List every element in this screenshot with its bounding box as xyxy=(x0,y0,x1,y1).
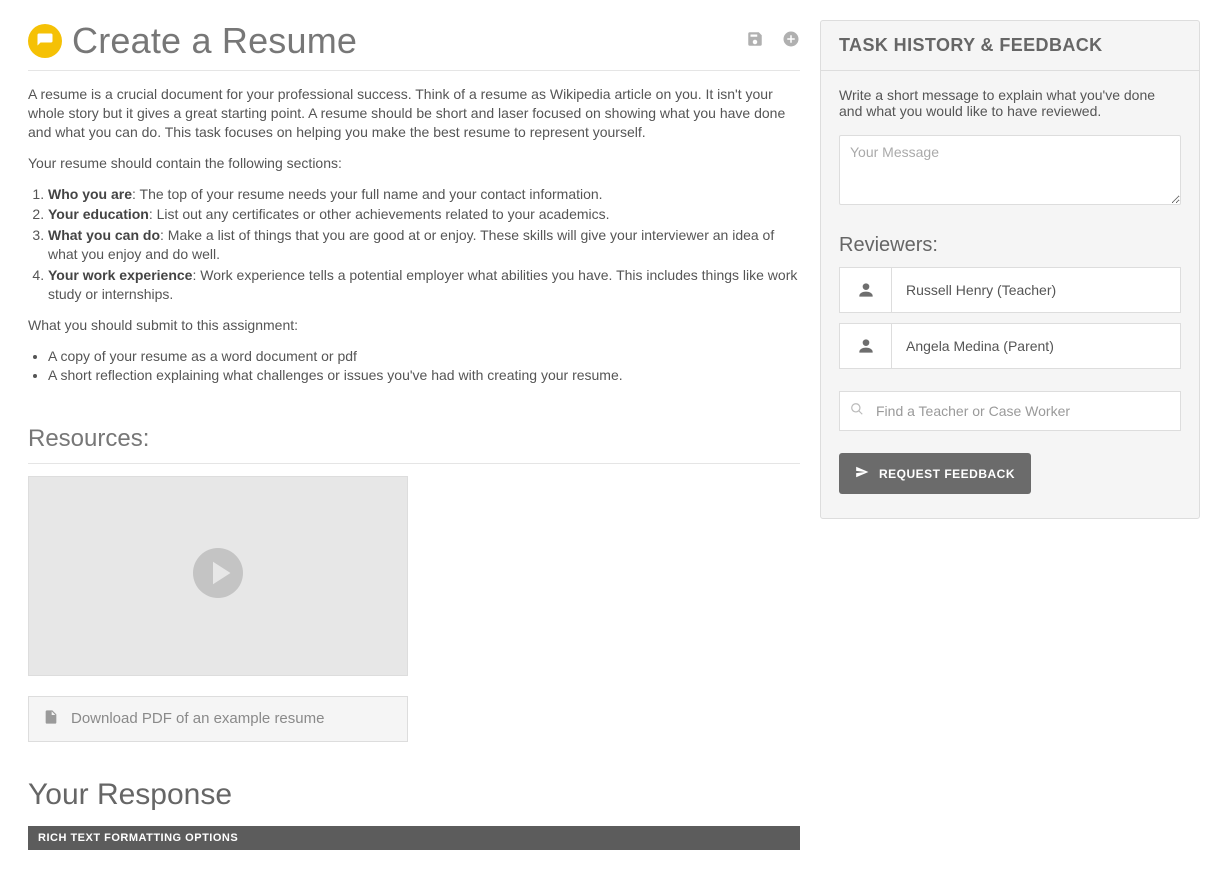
save-icon[interactable] xyxy=(746,30,764,53)
your-response-heading: Your Response xyxy=(28,778,800,812)
request-feedback-label: REQUEST FEEDBACK xyxy=(879,467,1015,481)
submit-lead: What you should submit to this assignmen… xyxy=(28,316,800,335)
request-feedback-button[interactable]: REQUEST FEEDBACK xyxy=(839,453,1031,494)
resources-heading: Resources: xyxy=(28,425,800,453)
find-reviewer-input[interactable] xyxy=(874,402,1170,420)
feedback-message-input[interactable] xyxy=(839,135,1181,205)
task-description: A resume is a crucial document for your … xyxy=(28,85,800,385)
reviewer-item[interactable]: Angela Medina (Parent) xyxy=(839,323,1181,369)
list-item: A copy of your resume as a word document… xyxy=(48,347,800,366)
feedback-panel-header: TASK HISTORY & FEEDBACK xyxy=(821,21,1199,71)
feedback-panel-title: TASK HISTORY & FEEDBACK xyxy=(839,35,1181,56)
list-item: A short reflection explaining what chall… xyxy=(48,366,800,385)
person-icon xyxy=(840,324,892,368)
intro-paragraph: A resume is a crucial document for your … xyxy=(28,85,800,142)
download-example-button[interactable]: Download PDF of an example resume xyxy=(28,696,408,742)
download-example-label: Download PDF of an example resume xyxy=(71,710,324,727)
feedback-panel: TASK HISTORY & FEEDBACK Write a short me… xyxy=(820,20,1200,519)
resource-video-thumbnail[interactable] xyxy=(28,476,408,676)
reviewer-item[interactable]: Russell Henry (Teacher) xyxy=(839,267,1181,313)
rich-text-format-bar[interactable]: RICH TEXT FORMATTING OPTIONS xyxy=(28,826,800,850)
find-reviewer-field[interactable] xyxy=(839,391,1181,431)
paper-plane-icon xyxy=(855,465,869,482)
task-chat-icon xyxy=(28,24,62,58)
reviewer-name: Angela Medina (Parent) xyxy=(892,338,1068,354)
reviewers-heading: Reviewers: xyxy=(839,234,1181,257)
person-icon xyxy=(840,268,892,312)
intro-sections-list: Who you are: The top of your resume need… xyxy=(28,185,800,304)
list-item: Your education: List out any certificate… xyxy=(48,205,800,224)
search-icon xyxy=(850,402,874,421)
page-header: Create a Resume xyxy=(28,20,800,71)
list-item: Your work experience: Work experience te… xyxy=(48,266,800,304)
play-icon xyxy=(188,543,248,608)
pdf-icon xyxy=(43,709,59,729)
submit-list: A copy of your resume as a word document… xyxy=(28,347,800,385)
reviewer-name: Russell Henry (Teacher) xyxy=(892,282,1070,298)
add-icon[interactable] xyxy=(782,30,800,53)
list-item: What you can do: Make a list of things t… xyxy=(48,226,800,264)
feedback-hint: Write a short message to explain what yo… xyxy=(839,87,1181,119)
list-item: Who you are: The top of your resume need… xyxy=(48,185,800,204)
intro-sections-lead: Your resume should contain the following… xyxy=(28,154,800,173)
page-title: Create a Resume xyxy=(72,20,736,62)
divider xyxy=(28,463,800,464)
